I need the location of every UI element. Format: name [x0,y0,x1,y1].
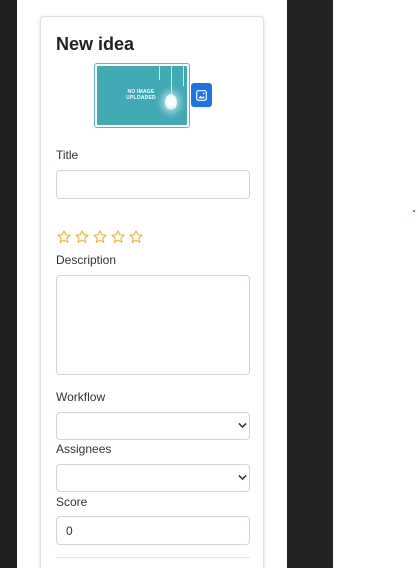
image-icon [196,89,207,101]
lightbulb-icon [165,94,177,110]
assignees-select[interactable] [56,464,250,492]
card-title: New idea [56,34,135,54]
star-icon[interactable] [110,229,126,245]
lamp-cord [171,66,172,94]
score-input[interactable] [56,516,250,545]
idea-image[interactable]: NO IMAGE UPLOADED [94,63,190,128]
title-label: Title [56,148,79,162]
rating-stars[interactable] [56,229,144,245]
star-icon[interactable] [92,229,108,245]
star-icon[interactable] [128,229,144,245]
divider [56,557,250,558]
chevron-down-icon [238,422,247,429]
workflow-label: Workflow [56,390,106,404]
assignees-label: Assignees [56,442,112,456]
new-idea-card: New idea NO IMAGE UPLOADED Title Descrip… [40,16,264,568]
cursor-dot [413,210,415,212]
page: New idea NO IMAGE UPLOADED Title Descrip… [0,0,418,568]
image-placeholder-text: NO IMAGE UPLOADED [126,89,156,101]
lamp-cord [183,66,184,86]
description-label: Description [56,253,117,267]
star-icon[interactable] [74,229,90,245]
workflow-select[interactable] [56,412,250,440]
upload-image-button[interactable] [191,83,212,107]
description-textarea[interactable] [56,275,250,375]
lamp-cord [159,66,160,80]
star-icon[interactable] [56,229,72,245]
chevron-down-icon [238,474,247,481]
title-input[interactable] [56,170,250,199]
score-label: Score [56,495,88,509]
right-dark-panel [287,0,333,568]
image-placeholder: NO IMAGE UPLOADED [97,66,187,125]
left-dark-panel [0,0,17,568]
